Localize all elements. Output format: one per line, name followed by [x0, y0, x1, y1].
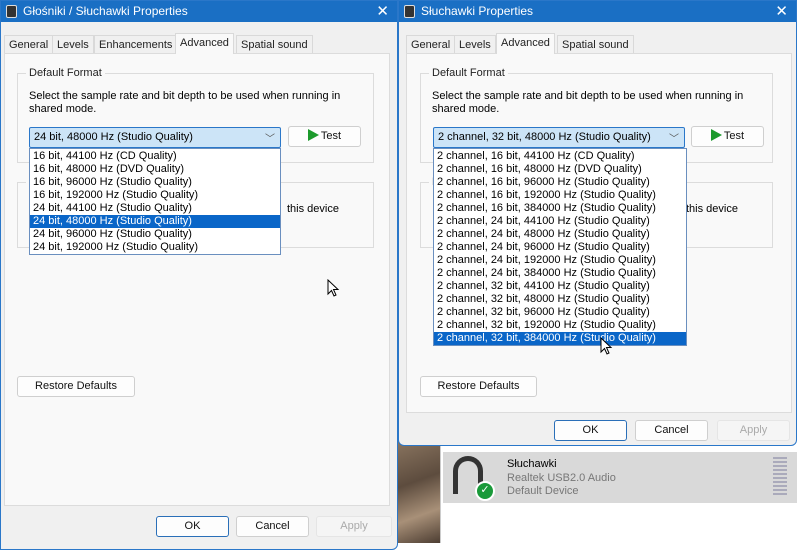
volume-meter [773, 457, 787, 497]
chevron-down-icon: ﹀ [265, 134, 275, 145]
restore-defaults-button[interactable]: Restore Defaults [17, 376, 135, 397]
ok-button[interactable]: OK [156, 516, 229, 537]
device-name: Słuchawki [507, 458, 557, 470]
dropdown-option[interactable]: 24 bit, 48000 Hz (Studio Quality) [30, 215, 280, 228]
tab-levels[interactable]: Levels [52, 35, 94, 53]
device-status: Default Device [507, 485, 579, 497]
ok-button[interactable]: OK [554, 420, 627, 441]
tab-levels[interactable]: Levels [454, 35, 496, 53]
selected-format: 2 channel, 32 bit, 48000 Hz (Studio Qual… [438, 131, 651, 143]
test-label: Test [723, 130, 745, 142]
dropdown-option[interactable]: 2 channel, 32 bit, 48000 Hz (Studio Qual… [434, 293, 686, 306]
right-properties-window: Słuchawki Properties ✕ General Levels Ad… [398, 0, 797, 446]
title-bar: Głośniki / Słuchawki Properties ✕ [1, 1, 397, 22]
left-properties-window: Głośniki / Słuchawki Properties ✕ Genera… [0, 0, 398, 550]
description: Select the sample rate and bit depth to … [432, 90, 744, 115]
tab-advanced[interactable]: Advanced [496, 33, 555, 54]
dropdown-option[interactable]: 2 channel, 32 bit, 96000 Hz (Studio Qual… [434, 306, 686, 319]
dropdown-option[interactable]: 24 bit, 192000 Hz (Studio Quality) [30, 241, 280, 254]
group-title: Default Format [26, 67, 105, 79]
test-button[interactable]: Test [288, 126, 361, 147]
title-bar: Słuchawki Properties ✕ [399, 1, 796, 22]
dropdown-option[interactable]: 2 channel, 24 bit, 96000 Hz (Studio Qual… [434, 241, 686, 254]
selected-format: 24 bit, 48000 Hz (Studio Quality) [34, 131, 193, 143]
test-button[interactable]: Test [691, 126, 764, 147]
dropdown-option[interactable]: 2 channel, 32 bit, 44100 Hz (Studio Qual… [434, 280, 686, 293]
restore-defaults-button[interactable]: Restore Defaults [420, 376, 537, 397]
format-select[interactable]: 24 bit, 48000 Hz (Studio Quality) ﹀ [29, 127, 281, 148]
play-icon [710, 129, 722, 141]
dropdown-option[interactable]: 2 channel, 32 bit, 192000 Hz (Studio Qua… [434, 319, 686, 332]
device-item[interactable]: ✓ Słuchawki Realtek USB2.0 Audio Default… [443, 452, 797, 503]
option-text: this device [287, 203, 339, 215]
default-check-icon: ✓ [475, 481, 495, 501]
mouse-cursor-icon [327, 279, 340, 297]
cancel-button[interactable]: Cancel [635, 420, 708, 441]
tab-general[interactable]: General [406, 35, 456, 53]
dropdown-option[interactable]: 2 channel, 24 bit, 44100 Hz (Studio Qual… [434, 215, 686, 228]
apply-button[interactable]: Apply [316, 516, 392, 537]
dropdown-option[interactable]: 2 channel, 16 bit, 384000 Hz (Studio Qua… [434, 202, 686, 215]
tab-spatial-sound[interactable]: Spatial sound [557, 35, 634, 53]
mouse-cursor-icon [600, 337, 613, 355]
format-dropdown-list[interactable]: 16 bit, 44100 Hz (CD Quality) 16 bit, 480… [29, 148, 281, 255]
dropdown-option[interactable]: 16 bit, 96000 Hz (Studio Quality) [30, 176, 280, 189]
dropdown-option[interactable]: 2 channel, 32 bit, 384000 Hz (Studio Qua… [434, 332, 686, 345]
format-select[interactable]: 2 channel, 32 bit, 48000 Hz (Studio Qual… [433, 127, 685, 148]
dropdown-option[interactable]: 2 channel, 24 bit, 384000 Hz (Studio Qua… [434, 267, 686, 280]
dropdown-option[interactable]: 16 bit, 44100 Hz (CD Quality) [30, 150, 280, 163]
tab-enhancements[interactable]: Enhancements [94, 35, 178, 53]
dropdown-option[interactable]: 24 bit, 44100 Hz (Studio Quality) [30, 202, 280, 215]
cancel-button[interactable]: Cancel [236, 516, 309, 537]
dropdown-option[interactable]: 2 channel, 16 bit, 48000 Hz (DVD Quality… [434, 163, 686, 176]
tab-advanced[interactable]: Advanced [175, 33, 234, 54]
desktop-background [398, 440, 443, 543]
play-icon [307, 129, 319, 141]
dropdown-option[interactable]: 2 channel, 24 bit, 192000 Hz (Studio Qua… [434, 254, 686, 267]
tab-spatial-sound[interactable]: Spatial sound [236, 35, 313, 53]
close-icon[interactable]: ✕ [376, 2, 389, 20]
tab-general[interactable]: General [4, 35, 54, 53]
close-icon[interactable]: ✕ [775, 2, 788, 20]
test-label: Test [320, 130, 342, 142]
dropdown-option[interactable]: 2 channel, 16 bit, 44100 Hz (CD Quality) [434, 150, 686, 163]
dropdown-option[interactable]: 2 channel, 16 bit, 192000 Hz (Studio Qua… [434, 189, 686, 202]
speaker-icon [6, 5, 17, 18]
description: Select the sample rate and bit depth to … [29, 90, 341, 115]
dropdown-option[interactable]: 16 bit, 48000 Hz (DVD Quality) [30, 163, 280, 176]
chevron-down-icon: ﹀ [669, 134, 679, 145]
window-title: Słuchawki Properties [421, 4, 534, 18]
dropdown-option[interactable]: 24 bit, 96000 Hz (Studio Quality) [30, 228, 280, 241]
dropdown-option[interactable]: 2 channel, 24 bit, 48000 Hz (Studio Qual… [434, 228, 686, 241]
window-title: Głośniki / Słuchawki Properties [23, 4, 188, 18]
device-driver: Realtek USB2.0 Audio [507, 472, 616, 484]
group-title: Default Format [429, 67, 508, 79]
dropdown-option[interactable]: 2 channel, 16 bit, 96000 Hz (Studio Qual… [434, 176, 686, 189]
format-dropdown-list[interactable]: 2 channel, 16 bit, 44100 Hz (CD Quality)… [433, 148, 687, 346]
headphones-icon [404, 5, 415, 18]
apply-button[interactable]: Apply [717, 420, 790, 441]
dropdown-option[interactable]: 16 bit, 192000 Hz (Studio Quality) [30, 189, 280, 202]
option-text: this device [686, 203, 738, 215]
